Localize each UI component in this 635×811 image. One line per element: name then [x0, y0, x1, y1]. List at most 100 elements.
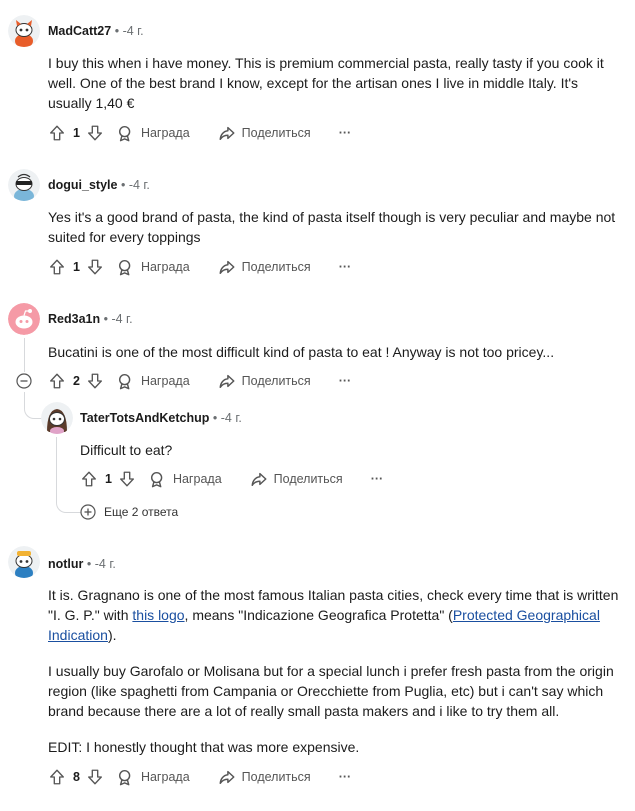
- more-replies-link[interactable]: Еще 2 ответа: [80, 503, 178, 521]
- award-icon: [117, 372, 135, 390]
- comment-age: -4 г.: [111, 312, 133, 326]
- downvote-icon[interactable]: [86, 768, 104, 786]
- award-label: Награда: [140, 374, 190, 388]
- share-icon: [218, 124, 236, 142]
- award-button[interactable]: Награда: [149, 470, 222, 488]
- reply-meta: TaterTotsAndKetchup • -4 г.: [80, 411, 242, 425]
- award-icon: [117, 258, 135, 276]
- downvote-icon[interactable]: [118, 470, 136, 488]
- snoo-avatar-icon: [41, 402, 73, 434]
- username[interactable]: Red3a1n: [48, 312, 100, 326]
- share-button[interactable]: Поделиться: [250, 470, 343, 488]
- this-logo-link[interactable]: this logo: [132, 607, 184, 623]
- vote-count: 1: [105, 472, 112, 486]
- comment-actions: 2 Награда Поделиться ···: [48, 371, 351, 391]
- snoo-avatar-icon: [8, 546, 40, 578]
- comment-actions: 8 Награда Поделиться ···: [48, 767, 351, 787]
- downvote-icon[interactable]: [86, 258, 104, 276]
- snoo-avatar-icon: [8, 15, 40, 47]
- award-label: Награда: [172, 472, 222, 486]
- collapse-minus-icon: [16, 373, 32, 389]
- thread-line[interactable]: [56, 437, 57, 503]
- share-icon: [250, 470, 268, 488]
- separator-dot: •: [120, 178, 129, 192]
- comment-age: -4 г.: [94, 557, 116, 571]
- share-button[interactable]: Поделиться: [218, 372, 311, 390]
- award-button[interactable]: Награда: [117, 372, 190, 390]
- comment-body: Yes it's a good brand of pasta, the kind…: [48, 209, 616, 245]
- upvote-icon[interactable]: [80, 470, 98, 488]
- more-options-button[interactable]: ···: [339, 260, 352, 274]
- comment-meta: notlur • -4 г.: [48, 557, 116, 571]
- text-span: , means "Indicazione Geografica Protetta…: [184, 607, 453, 623]
- vote-group: 2: [48, 372, 104, 390]
- comment-body: Bucatini is one of the most difficult ki…: [48, 344, 555, 360]
- collapse-thread-button[interactable]: [16, 373, 32, 389]
- share-icon: [218, 768, 236, 786]
- share-button[interactable]: Поделиться: [218, 258, 311, 276]
- username[interactable]: dogui_style: [48, 178, 117, 192]
- downvote-icon[interactable]: [86, 124, 104, 142]
- avatar-dogui-style[interactable]: [8, 169, 40, 201]
- paragraph: I usually buy Garofalo or Molisana but f…: [48, 663, 614, 719]
- more-options-button[interactable]: ···: [339, 126, 352, 140]
- comment-meta: MadCatt27 • -4 г.: [48, 24, 144, 38]
- comment-actions: 1 Награда Поделиться ···: [48, 123, 351, 143]
- share-button[interactable]: Поделиться: [218, 768, 311, 786]
- expand-plus-icon: [80, 504, 96, 520]
- username[interactable]: notlur: [48, 557, 83, 571]
- avatar-madcatt27[interactable]: [8, 15, 40, 47]
- avatar-tatertotsandketchup[interactable]: [41, 402, 73, 434]
- thread-line[interactable]: [24, 338, 25, 372]
- downvote-icon[interactable]: [86, 372, 104, 390]
- vote-group: 1: [48, 124, 104, 142]
- share-label: Поделиться: [241, 770, 311, 784]
- text-span: ).: [107, 627, 117, 643]
- paragraph: EDIT: I honestly thought that was more e…: [48, 739, 360, 755]
- upvote-icon[interactable]: [48, 372, 66, 390]
- upvote-icon[interactable]: [48, 768, 66, 786]
- share-button[interactable]: Поделиться: [218, 124, 311, 142]
- vote-group: 1: [48, 258, 104, 276]
- reply-actions: 1 Награда Поделиться ···: [80, 469, 383, 489]
- separator-dot: •: [114, 24, 123, 38]
- share-label: Поделиться: [241, 374, 311, 388]
- vote-group: 8: [48, 768, 104, 786]
- separator-dot: •: [86, 557, 95, 571]
- award-icon: [117, 768, 135, 786]
- vote-count: 8: [73, 770, 80, 784]
- comment-age: -4 г.: [122, 24, 144, 38]
- thread-connector: [56, 500, 81, 513]
- comment-age: -4 г.: [220, 411, 242, 425]
- award-button[interactable]: Награда: [117, 258, 190, 276]
- more-options-button[interactable]: ···: [371, 472, 384, 486]
- avatar-notlur[interactable]: [8, 546, 40, 578]
- upvote-icon[interactable]: [48, 124, 66, 142]
- vote-count: 1: [73, 126, 80, 140]
- upvote-icon[interactable]: [48, 258, 66, 276]
- award-icon: [149, 470, 167, 488]
- comment-actions: 1 Награда Поделиться ···: [48, 257, 351, 277]
- more-options-button[interactable]: ···: [339, 374, 352, 388]
- vote-group: 1: [80, 470, 136, 488]
- share-icon: [218, 258, 236, 276]
- award-button[interactable]: Награда: [117, 124, 190, 142]
- share-icon: [218, 372, 236, 390]
- award-label: Награда: [140, 770, 190, 784]
- default-snoo-avatar-icon: [8, 303, 40, 335]
- comment-age: -4 г.: [128, 178, 150, 192]
- award-button[interactable]: Награда: [117, 768, 190, 786]
- username[interactable]: TaterTotsAndKetchup: [80, 411, 209, 425]
- avatar-red3a1n[interactable]: [8, 303, 40, 335]
- more-replies-label: Еще 2 ответа: [104, 505, 179, 519]
- username[interactable]: MadCatt27: [48, 24, 111, 38]
- paragraph: It is. Gragnano is one of the most famou…: [48, 585, 620, 645]
- comment-body: I buy this when i have money. This is pr…: [48, 55, 604, 111]
- comment-meta: dogui_style • -4 г.: [48, 178, 150, 192]
- share-label: Поделиться: [241, 126, 311, 140]
- thread-line[interactable]: [24, 392, 25, 406]
- vote-count: 1: [73, 260, 80, 274]
- award-label: Награда: [140, 260, 190, 274]
- more-options-button[interactable]: ···: [339, 770, 352, 784]
- comment-body: It is. Gragnano is one of the most famou…: [48, 585, 620, 757]
